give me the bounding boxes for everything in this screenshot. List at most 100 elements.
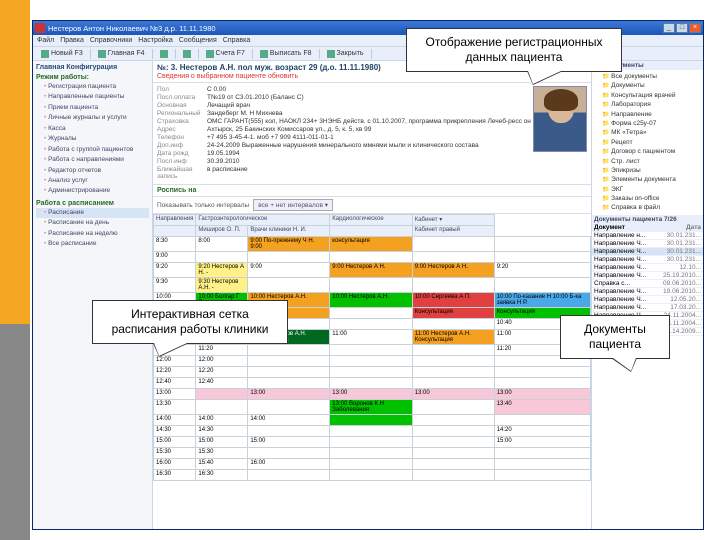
schedule-cell[interactable]: 12:40 bbox=[196, 378, 248, 389]
tree-item[interactable]: Стр. лист bbox=[594, 157, 701, 166]
schedule-cell[interactable]: 13:00 bbox=[412, 389, 494, 400]
doc-row[interactable]: Направление Ч...17.03.20... bbox=[592, 304, 703, 312]
schedule-cell[interactable] bbox=[330, 470, 412, 481]
schedule-cell[interactable] bbox=[248, 426, 330, 437]
schedule-cell[interactable]: 13:00 Воронов К Н Заболевания bbox=[330, 400, 412, 415]
schedule-cell[interactable] bbox=[330, 415, 412, 426]
schedule-cell[interactable]: 11:00 bbox=[330, 330, 412, 345]
toolbar-save[interactable] bbox=[156, 48, 172, 60]
schedule-cell[interactable] bbox=[248, 278, 330, 293]
schedule-cell[interactable]: 12:20 bbox=[196, 367, 248, 378]
schedule-cell[interactable]: 9:00 Нестеров А Н. bbox=[412, 263, 494, 278]
schedule-cell[interactable]: 9:00 По-прежнему Ч Н. 9:00 bbox=[248, 237, 330, 252]
schedule-cell[interactable]: 9:20 bbox=[494, 263, 590, 278]
tree-item[interactable]: ЭКГ bbox=[594, 185, 701, 194]
schedule-cell[interactable] bbox=[248, 345, 330, 356]
maximize-button[interactable]: □ bbox=[676, 23, 688, 33]
schedule-cell[interactable] bbox=[330, 459, 412, 470]
schedule-cell[interactable] bbox=[494, 470, 590, 481]
schedule-cell[interactable]: 13:40 bbox=[494, 400, 590, 415]
schedule-cell[interactable]: 12:00 bbox=[196, 356, 248, 367]
schedule-cell[interactable] bbox=[494, 448, 590, 459]
schedule-cell[interactable] bbox=[248, 470, 330, 481]
schedule-cell[interactable] bbox=[494, 237, 590, 252]
schedule-cell[interactable] bbox=[412, 345, 494, 356]
toolbar-new[interactable]: Новый F3 bbox=[37, 48, 87, 60]
schedule-cell[interactable] bbox=[330, 345, 412, 356]
sidebar-item[interactable]: Прием пациента bbox=[36, 103, 149, 113]
schedule-cell[interactable] bbox=[412, 448, 494, 459]
schedule-cell[interactable] bbox=[412, 356, 494, 367]
toolbar-rx[interactable]: Выписать F8 bbox=[256, 48, 316, 60]
schedule-cell[interactable] bbox=[330, 426, 412, 437]
menu-Справочники[interactable]: Справочники bbox=[90, 37, 132, 44]
doc-row[interactable]: Направление Ч...12.05.20... bbox=[592, 296, 703, 304]
sidebar-item[interactable]: Направленные пациенты bbox=[36, 92, 149, 102]
doc-row[interactable]: Направление Ч...12.10... bbox=[592, 264, 703, 272]
sidebar-item[interactable]: Работа с направлениями bbox=[36, 155, 149, 165]
schedule-cell[interactable]: 15:40 bbox=[196, 459, 248, 470]
schedule-cell[interactable] bbox=[330, 319, 412, 330]
schedule-cell[interactable] bbox=[330, 278, 412, 293]
schedule-cell[interactable]: 15:30 bbox=[196, 448, 248, 459]
schedule-cell[interactable] bbox=[412, 459, 494, 470]
schedule-cell[interactable] bbox=[494, 415, 590, 426]
schedule-cell[interactable]: 9:00 Нестеров А Н. bbox=[330, 263, 412, 278]
schedule-cell[interactable]: 15:00 bbox=[248, 437, 330, 448]
schedule-cell[interactable] bbox=[412, 367, 494, 378]
menu-Настройка[interactable]: Настройка bbox=[138, 37, 172, 44]
schedule-cell[interactable]: 10:00 Нестеров А.Н. bbox=[330, 293, 412, 308]
schedule-cell[interactable] bbox=[494, 252, 590, 263]
schedule-cell[interactable]: Консультация bbox=[412, 308, 494, 319]
schedule-cell[interactable] bbox=[494, 278, 590, 293]
sidebar-item[interactable]: Расписание на неделю bbox=[36, 229, 149, 239]
schedule-cell[interactable] bbox=[494, 378, 590, 389]
doc-row[interactable]: Направление н...30.01.231... bbox=[592, 232, 703, 240]
schedule-cell[interactable]: 9:20 Нестеров А Н. - bbox=[196, 263, 248, 278]
tree-item[interactable]: Заказы on-office bbox=[594, 194, 701, 203]
schedule-cell[interactable]: 13:00 bbox=[494, 389, 590, 400]
tree-item[interactable]: Документы bbox=[594, 81, 701, 90]
doc-row[interactable]: Направление Ч...30.01.231... bbox=[592, 248, 703, 256]
minimize-button[interactable]: _ bbox=[663, 23, 675, 33]
schedule-cell[interactable] bbox=[330, 356, 412, 367]
schedule-cell[interactable]: 14:00 bbox=[196, 415, 248, 426]
schedule-cell[interactable] bbox=[248, 400, 330, 415]
schedule-cell[interactable]: 9:00 bbox=[248, 263, 330, 278]
sidebar-item[interactable]: Администрирование bbox=[36, 186, 149, 196]
schedule-cell[interactable] bbox=[248, 252, 330, 263]
schedule-cell[interactable]: 9:30 Нестеров А.Н. - bbox=[196, 278, 248, 293]
sidebar-item[interactable]: Личные журналы и услуги bbox=[36, 113, 149, 123]
toolbar-home[interactable]: Главная F4 bbox=[94, 48, 149, 60]
sidebar-item[interactable]: Касса bbox=[36, 124, 149, 134]
schedule-cell[interactable]: 13:00 bbox=[330, 389, 412, 400]
sidebar-item[interactable]: Все расписание bbox=[36, 239, 149, 249]
tree-item[interactable]: Направление bbox=[594, 110, 701, 119]
patient-photo[interactable] bbox=[533, 86, 587, 152]
schedule-cell[interactable]: консультация bbox=[330, 237, 412, 252]
tree-item[interactable]: Все документы bbox=[594, 72, 701, 81]
schedule-cell[interactable] bbox=[412, 378, 494, 389]
toolbar-bill[interactable]: Счета F7 bbox=[202, 48, 249, 60]
sidebar-item[interactable]: Анализ услуг bbox=[36, 176, 149, 186]
sidebar-item[interactable]: Расписание на день bbox=[36, 218, 149, 228]
schedule-cell[interactable] bbox=[248, 367, 330, 378]
schedule-cell[interactable] bbox=[412, 415, 494, 426]
schedule-grid[interactable]: НаправленияГастроэнтерологическоеКардиол… bbox=[153, 214, 591, 481]
schedule-cell[interactable] bbox=[412, 426, 494, 437]
schedule-cell[interactable] bbox=[196, 252, 248, 263]
schedule-cell[interactable] bbox=[196, 389, 248, 400]
schedule-cell[interactable] bbox=[330, 437, 412, 448]
schedule-cell[interactable]: 11:20 bbox=[196, 345, 248, 356]
schedule-cell[interactable]: 11:00 Нестеров А.Н. Консультация bbox=[412, 330, 494, 345]
schedule-cell[interactable] bbox=[330, 367, 412, 378]
schedule-cell[interactable] bbox=[330, 378, 412, 389]
tree-item[interactable]: МК «Тетра» bbox=[594, 128, 701, 137]
schedule-cell[interactable]: 13:00 bbox=[248, 389, 330, 400]
sidebar-item[interactable]: Журналы bbox=[36, 134, 149, 144]
schedule-cell[interactable] bbox=[196, 400, 248, 415]
tree-item[interactable]: Элементы документа bbox=[594, 175, 701, 184]
schedule-cell[interactable] bbox=[248, 378, 330, 389]
schedule-cell[interactable] bbox=[412, 400, 494, 415]
menu-Правка[interactable]: Правка bbox=[60, 37, 84, 44]
